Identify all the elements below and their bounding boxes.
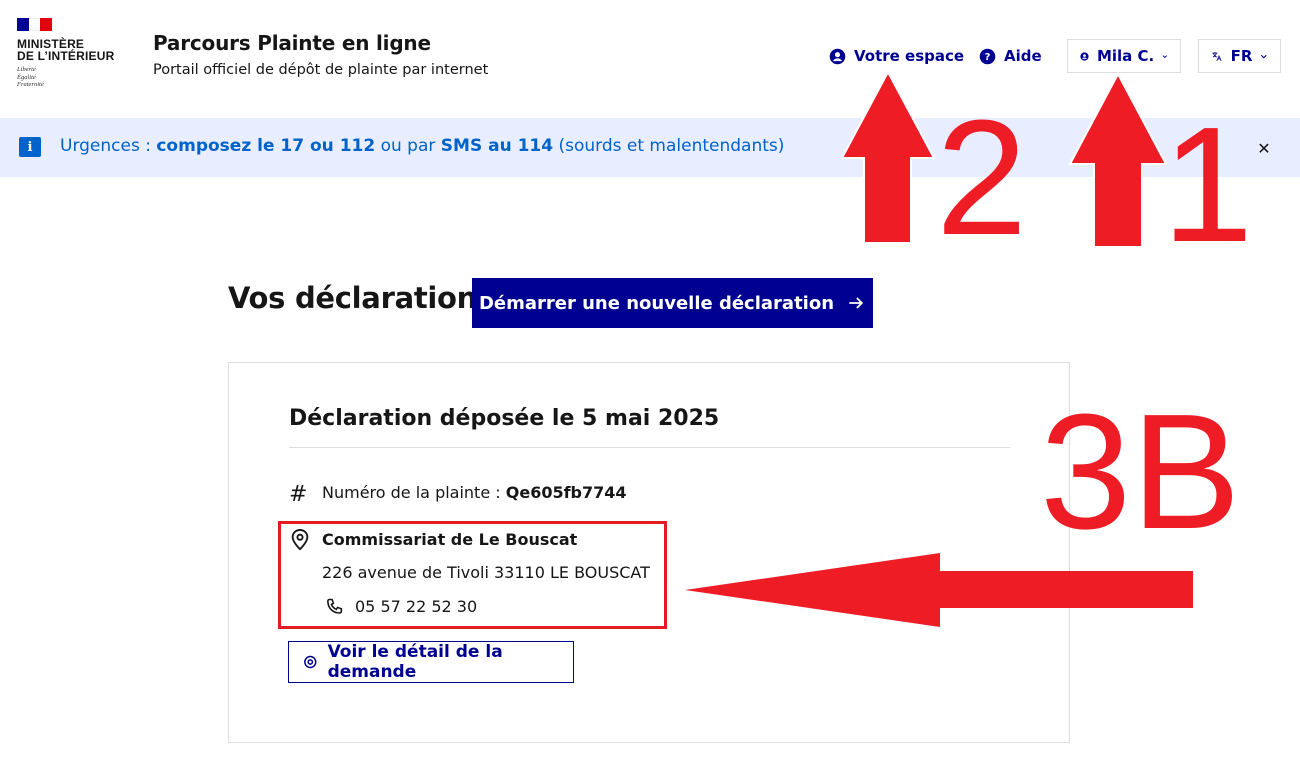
page-title: Vos déclarations (228, 281, 494, 315)
divider (289, 447, 1010, 448)
view-details-label: Voir le détail de la demande (327, 642, 503, 682)
emergency-notice-text: Urgences : composez le 17 ou 112 ou par … (60, 136, 784, 156)
notice-sms-number: SMS au 114 (440, 136, 554, 156)
service-title[interactable]: Parcours Plainte en ligne (153, 31, 431, 55)
annotation-label-1: 1 (1162, 93, 1254, 276)
translate-icon (1212, 51, 1222, 61)
motto-liberte: Liberté (17, 66, 36, 73)
complaint-number: Numéro de la plainte : Qe605fb7744 (322, 483, 627, 502)
language-selector[interactable]: FR (1198, 39, 1281, 73)
close-notice-button[interactable]: ✕ (1253, 137, 1275, 159)
notice-prefix: Urgences : (60, 136, 157, 156)
question-circle-icon: ? (979, 48, 996, 64)
chevron-down-icon (1162, 54, 1168, 58)
user-menu-label: Mila C. (1096, 47, 1155, 65)
votre-espace-link[interactable]: Votre espace (829, 39, 964, 73)
new-declaration-button[interactable]: Démarrer une nouvelle déclaration (472, 278, 873, 328)
ministry-logo[interactable]: MINISTÈRE DE L’INTÉRIEUR Liberté Égalité… (17, 18, 137, 89)
republic-motto: Liberté Égalité Fraternité (17, 66, 137, 89)
aide-link[interactable]: ? Aide (979, 39, 1042, 73)
account-circle-icon (1080, 51, 1089, 61)
arrow-right-icon (849, 297, 864, 309)
notice-suffix: (sourds et malentendants) (553, 136, 785, 156)
user-menu-button[interactable]: Mila C. (1067, 39, 1181, 73)
language-label: FR (1230, 47, 1253, 65)
view-details-button[interactable]: Voir le détail de la demande (288, 641, 574, 683)
account-circle-icon (829, 48, 846, 64)
new-declaration-label: Démarrer une nouvelle déclaration (478, 292, 835, 314)
ministry-name-line2: DE L’INTÉRIEUR (17, 49, 115, 63)
annotation-highlight-box (278, 521, 667, 629)
hash-icon: # (289, 482, 308, 507)
svg-text:?: ? (985, 52, 991, 63)
annotation-label-2: 2 (936, 86, 1028, 269)
notice-mid: ou par (375, 136, 441, 156)
notice-emergency-numbers: composez le 17 ou 112 (156, 136, 376, 156)
eye-icon (304, 655, 317, 669)
motto-egalite: Égalité (17, 73, 36, 81)
declaration-card-title: Déclaration déposée le 5 mai 2025 (289, 406, 720, 431)
close-icon: ✕ (1257, 138, 1271, 158)
complaint-number-label: Numéro de la plainte : (322, 483, 506, 502)
chevron-down-icon (1261, 54, 1268, 59)
votre-espace-label: Votre espace (854, 47, 965, 65)
french-flag-icon (17, 18, 53, 31)
info-icon: i (19, 137, 41, 157)
ministry-name: MINISTÈRE DE L’INTÉRIEUR (17, 38, 137, 62)
annotation-label-3b: 3B (1040, 380, 1241, 563)
motto-fraternite: Fraternité (17, 81, 44, 88)
aide-label: Aide (1004, 47, 1042, 65)
complaint-number-value: Qe605fb7744 (505, 483, 627, 502)
service-tagline: Portail officiel de dépôt de plainte par… (153, 62, 489, 78)
